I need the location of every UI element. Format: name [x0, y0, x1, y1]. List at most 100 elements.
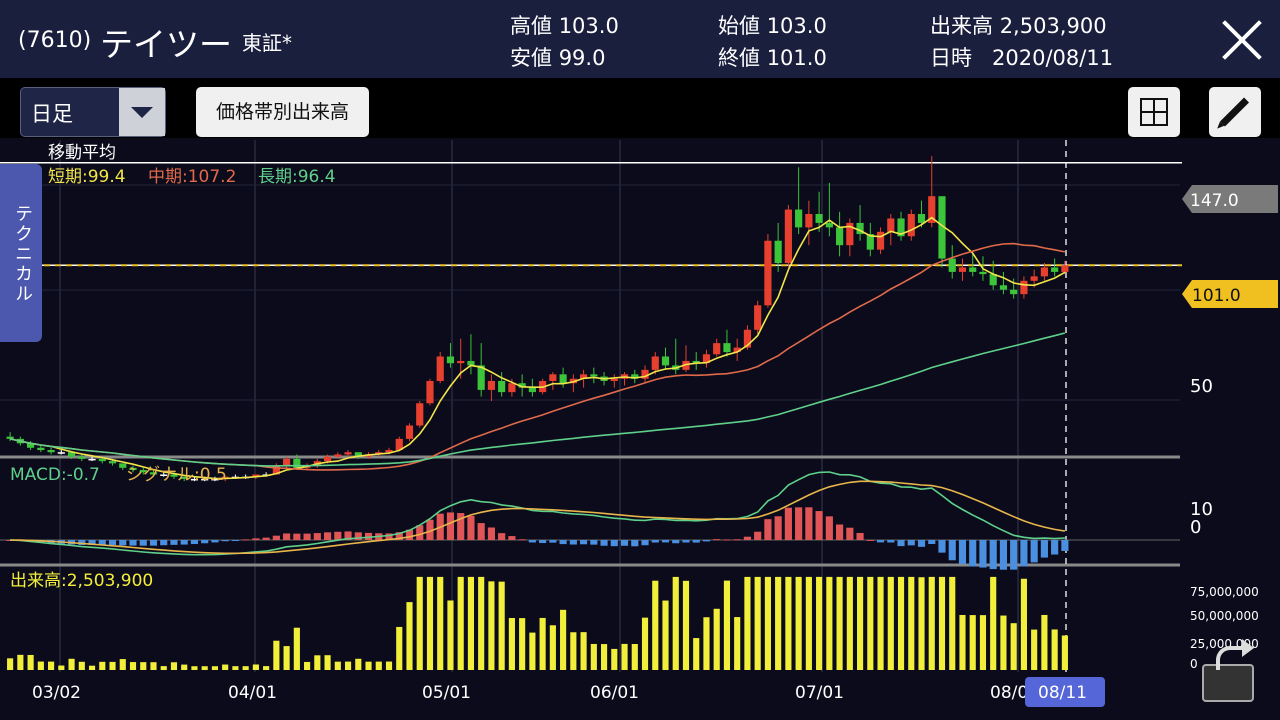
volume-bar [160, 666, 167, 670]
macd-hist-bar [600, 540, 608, 546]
volume-bar [1010, 623, 1017, 670]
volume-bar [314, 655, 321, 670]
volume-bar [252, 664, 259, 670]
macd-hist-bar [723, 539, 731, 541]
volume-bar [416, 576, 423, 670]
macd-tick-0: 0 [1190, 517, 1201, 538]
technical-tab[interactable]: テクニカル [0, 164, 42, 342]
ma-short-label: 短期:99.4 [48, 167, 126, 187]
volume-bar [211, 666, 218, 670]
macd-hist-bar [774, 516, 782, 540]
candle-body [764, 240, 772, 306]
candle-body [37, 447, 45, 450]
volume-bar [969, 615, 976, 670]
volume-bar [785, 576, 792, 670]
macd-hist-bar [170, 540, 178, 545]
x-label-0302: 03/02 [32, 683, 81, 703]
macd-hist-bar [631, 540, 639, 547]
volume-tick-0: 0 [1190, 657, 1198, 671]
volume-bar [846, 576, 853, 670]
volume-bar [959, 614, 966, 670]
candle-body [1030, 276, 1038, 281]
stock-chart[interactable]: 移動平均 短期:99.4 中期:107.2 長期:96.4 50 MACD:-0… [0, 0, 1280, 720]
volume-bar [775, 576, 782, 670]
volume-bar [918, 577, 925, 670]
candle-body [774, 240, 782, 263]
candle-body [969, 267, 977, 272]
macd-hist-bar [303, 533, 311, 540]
volume-bar [631, 644, 638, 670]
volume-bar [242, 666, 249, 670]
candle-body [887, 218, 895, 232]
candle-body [78, 456, 86, 459]
macd-hist-bar [1040, 540, 1048, 558]
ma-mid-label: 中期:107.2 [148, 167, 236, 187]
macd-hist-bar [211, 540, 219, 543]
ma-mid-line [9, 242, 1066, 471]
volume-bar [990, 576, 997, 670]
signal-line [10, 480, 1066, 555]
macd-hist-bar [539, 540, 547, 544]
macd-hist-bar [866, 539, 874, 541]
volume-tick-50m: 50,000,000 [1190, 609, 1259, 623]
volume-bar [488, 581, 495, 670]
volume-bar [979, 615, 987, 670]
volume-bar [621, 643, 628, 670]
price-tick-50: 50 [1190, 376, 1213, 397]
volume-bar [17, 654, 24, 670]
macd-hist-bar [190, 540, 199, 545]
volume-bar [324, 655, 331, 670]
macd-hist-bar [242, 539, 250, 541]
volume-bar [570, 632, 577, 670]
macd-hist-bar [836, 524, 844, 540]
macd-hist-bar [477, 523, 485, 540]
macd-hist-bar [467, 515, 475, 540]
macd-hist-bar [784, 507, 792, 540]
macd-hist-bar [651, 540, 659, 543]
macd-hist-bar [262, 537, 270, 540]
macd-hist-bar [754, 531, 762, 540]
macd-hist-bar [979, 540, 987, 568]
volume-bar [78, 661, 85, 670]
volume-bar [293, 627, 300, 670]
volume-bar [549, 625, 556, 670]
volume-bar [48, 661, 55, 670]
volume-bar [498, 581, 505, 670]
ma-long-line [9, 332, 1066, 467]
volume-bar [170, 662, 178, 670]
volume-bar [375, 661, 382, 670]
volume-bar [908, 576, 915, 670]
candle-body [57, 452, 65, 454]
macd-hist-bar [221, 540, 229, 542]
x-label-0701: 07/01 [795, 683, 844, 703]
candle-body [815, 214, 823, 223]
macd-hist-bar [252, 538, 260, 540]
candle-body [47, 450, 55, 453]
volume-bar [1020, 578, 1027, 670]
volume-bar [140, 662, 147, 670]
volume-bar [334, 661, 341, 670]
macd-hist-bar [487, 527, 496, 540]
x-label-0401: 04/01 [228, 683, 277, 703]
macd-hist-bar [323, 532, 332, 540]
volume-bar [734, 617, 741, 670]
technical-tab-label: テクニカル [12, 204, 33, 304]
volume-bar [263, 666, 270, 670]
signal-label: シグナル:0.5 [126, 465, 227, 485]
macd-hist-bar [559, 540, 567, 545]
volume-bar [897, 576, 905, 670]
candle-body [405, 425, 414, 439]
candle-body [334, 454, 342, 457]
volume-bar [457, 576, 464, 670]
candle-body [836, 227, 844, 246]
volume-bar [273, 640, 280, 670]
share-button[interactable] [1198, 639, 1262, 706]
volume-bar [109, 661, 116, 670]
candle-body [661, 356, 670, 366]
macd-hist-bar [661, 540, 670, 543]
volume-tick-75m: 75,000,000 [1190, 585, 1259, 599]
macd-hist-bar [795, 507, 803, 540]
macd-hist-bar [498, 533, 506, 540]
macd-hist-bar [508, 536, 516, 540]
ma-short-line [9, 216, 1066, 480]
